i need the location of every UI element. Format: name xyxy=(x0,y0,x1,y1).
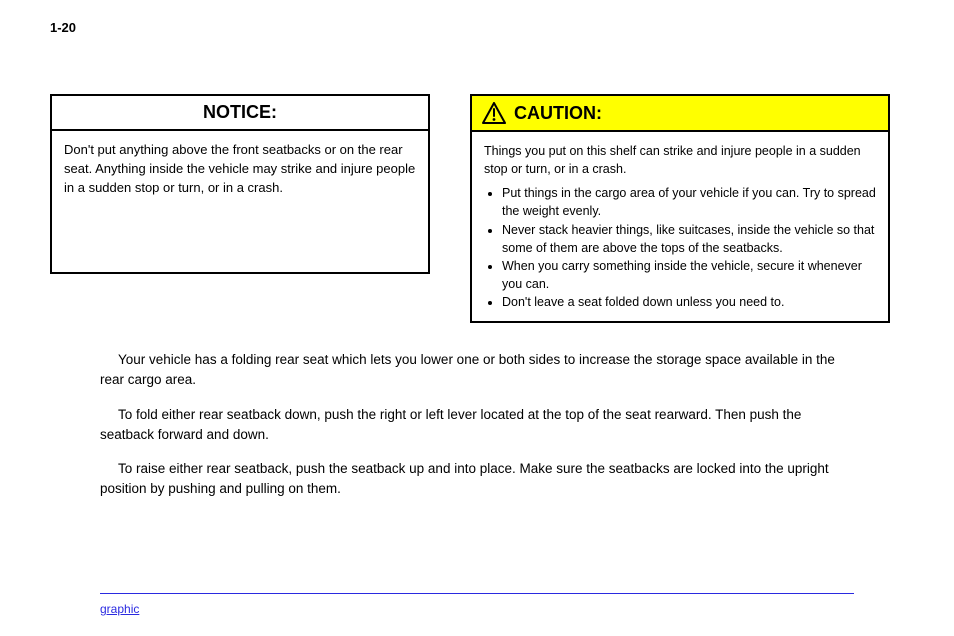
notice-header-label: NOTICE: xyxy=(203,102,277,123)
paragraph: To raise either rear seatback, push the … xyxy=(100,459,854,500)
paragraph: To fold either rear seatback down, push … xyxy=(100,405,854,446)
warning-triangle-icon xyxy=(482,102,506,124)
caution-box: CAUTION: Things you put on this shelf ca… xyxy=(470,94,890,323)
caution-header: CAUTION: xyxy=(472,96,888,132)
caution-bullet-list: Put things in the cargo area of your veh… xyxy=(484,184,876,311)
page-number: 1-20 xyxy=(50,20,76,35)
notice-header: NOTICE: xyxy=(52,96,428,131)
notice-body-text: Don't put anything above the front seatb… xyxy=(64,142,415,195)
footer-graphic-link[interactable]: graphic xyxy=(100,602,139,616)
boxes-row: NOTICE: Don't put anything above the fro… xyxy=(50,94,904,323)
paragraph: Your vehicle has a folding rear seat whi… xyxy=(100,350,854,391)
caution-bullet: Put things in the cargo area of your veh… xyxy=(502,184,876,220)
caution-bullet: Don't leave a seat folded down unless yo… xyxy=(502,293,876,311)
caution-bullet: When you carry something inside the vehi… xyxy=(502,257,876,293)
caution-bullet: Never stack heavier things, like suitcas… xyxy=(502,221,876,257)
caution-body: Things you put on this shelf can strike … xyxy=(472,132,888,321)
body-paragraphs: Your vehicle has a folding rear seat whi… xyxy=(100,350,854,514)
footer-rule xyxy=(100,593,854,594)
page: { "page_number": "1-20", "notice_box": {… xyxy=(0,0,954,636)
notice-box: NOTICE: Don't put anything above the fro… xyxy=(50,94,430,274)
caution-header-label: CAUTION: xyxy=(514,103,602,124)
caution-body-lead: Things you put on this shelf can strike … xyxy=(484,142,876,178)
notice-body: Don't put anything above the front seatb… xyxy=(52,131,428,208)
